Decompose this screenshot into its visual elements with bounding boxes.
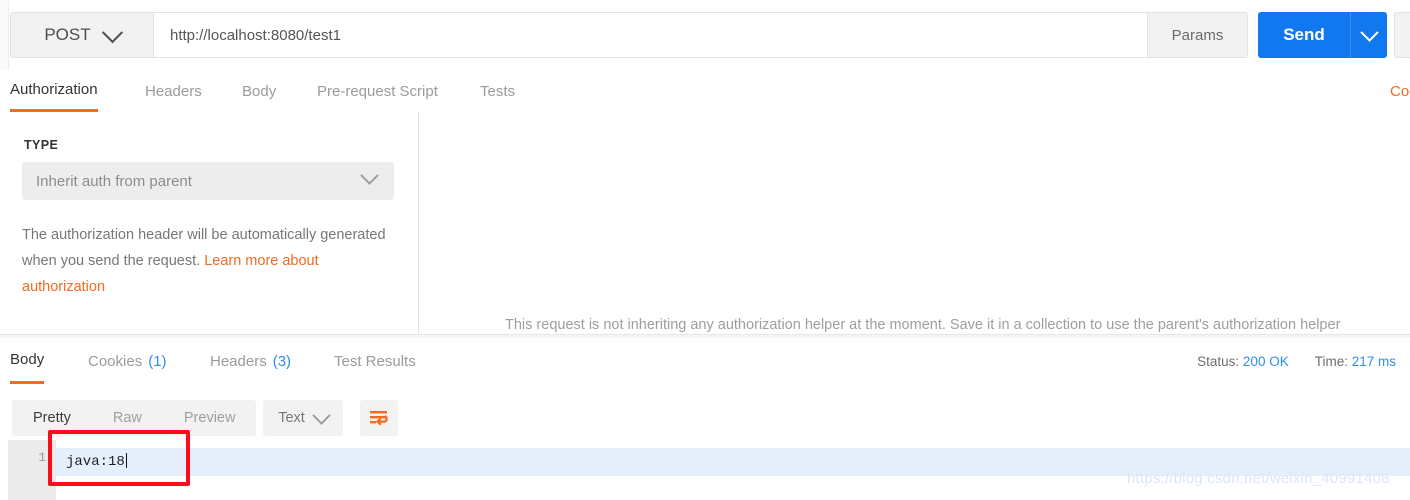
chevron-down-icon — [360, 166, 394, 190]
response-tab-label: Test Results — [334, 352, 416, 370]
status-badge: Status: 200 OK — [1197, 354, 1289, 369]
response-tab-label: Body — [10, 351, 45, 368]
view-mode-pretty[interactable]: Pretty — [12, 400, 92, 436]
response-meta: Status: 200 OK Time: 217 ms — [1197, 338, 1396, 384]
url-group: POST Params — [10, 12, 1248, 58]
tab-label: Headers — [145, 82, 202, 100]
tab-label: Pre-request Script — [317, 82, 438, 100]
tab-body[interactable]: Body — [242, 70, 276, 112]
authorization-panel: TYPE Inherit auth from parent The author… — [0, 112, 1410, 446]
view-mode-label: Preview — [183, 410, 236, 426]
response-tab-cookies[interactable]: Cookies (1) — [88, 338, 167, 384]
auth-type-value: Inherit auth from parent — [36, 172, 192, 190]
http-method-label: POST — [44, 25, 91, 44]
response-tab-count: (3) — [272, 352, 292, 370]
auth-description: The authorization header will be automat… — [22, 222, 390, 300]
response-view-toolbar: Pretty Raw Preview Text — [0, 384, 1410, 440]
tab-authorization[interactable]: Authorization — [10, 70, 98, 112]
chevron-down-icon — [1359, 22, 1379, 42]
response-tab-label: Cookies — [88, 352, 143, 370]
response-tab-test-results[interactable]: Test Results — [334, 338, 416, 384]
word-wrap-button[interactable] — [360, 400, 398, 436]
status-value: 200 OK — [1242, 353, 1289, 369]
watermark: https://blog.csdn.net/weixin_40991408 — [1127, 470, 1390, 487]
params-label: Params — [1171, 26, 1224, 44]
response-format-value: Text — [278, 410, 305, 426]
auth-config-column: TYPE Inherit auth from parent The author… — [0, 112, 419, 334]
tab-label: Body — [242, 82, 277, 100]
tab-label: Tests — [480, 82, 516, 100]
line-number-gutter: 1 — [8, 440, 56, 500]
text-cursor-icon — [125, 453, 128, 468]
view-mode-raw[interactable]: Raw — [92, 400, 163, 436]
chevron-down-icon — [312, 405, 331, 425]
response-tab-headers[interactable]: Headers (3) — [210, 338, 291, 384]
tab-headers[interactable]: Headers — [145, 70, 202, 112]
view-mode-label: Pretty — [33, 410, 71, 426]
status-label: Status: — [1197, 353, 1240, 369]
send-group: Send — [1258, 12, 1387, 58]
code-link[interactable]: Code — [1390, 70, 1410, 112]
time-label: Time: — [1314, 353, 1348, 369]
tab-pre-request-script[interactable]: Pre-request Script — [317, 70, 438, 112]
auth-type-select[interactable]: Inherit auth from parent — [22, 162, 394, 200]
auth-type-label: TYPE — [24, 138, 59, 152]
response-tab-count: (1) — [148, 352, 167, 370]
tab-tests[interactable]: Tests — [480, 70, 515, 112]
time-value: 217 ms — [1351, 353, 1396, 369]
view-mode-preview[interactable]: Preview — [163, 400, 257, 436]
send-label: Send — [1283, 25, 1325, 44]
http-method-select[interactable]: POST — [11, 13, 154, 57]
save-button[interactable] — [1394, 12, 1410, 58]
response-format-select[interactable]: Text — [263, 400, 343, 436]
send-button[interactable]: Send — [1258, 12, 1350, 58]
view-mode-label: Raw — [112, 410, 142, 426]
time-badge: Time: 217 ms — [1315, 354, 1396, 369]
left-edge-rail — [0, 0, 9, 70]
request-bar: POST Params Send — [0, 0, 1410, 71]
response-body-value: java:18 — [66, 454, 125, 470]
request-tabs: Authorization Headers Body Pre-request S… — [0, 70, 1410, 113]
response-body-text: java:18 — [66, 453, 128, 470]
chevron-down-icon — [101, 21, 123, 43]
response-tabs: Body Cookies (1) Headers (3) Test Result… — [0, 338, 1410, 385]
view-mode-group: Pretty Raw Preview — [12, 400, 257, 436]
send-options-button[interactable] — [1350, 12, 1387, 58]
tab-label: Authorization — [10, 81, 98, 98]
response-tab-body[interactable]: Body — [10, 338, 45, 384]
response-tab-label: Headers — [210, 352, 267, 370]
line-number: 1 — [38, 450, 46, 465]
url-input[interactable] — [154, 13, 1147, 57]
params-button[interactable]: Params — [1147, 13, 1247, 57]
code-link-label: Code — [1390, 82, 1410, 100]
word-wrap-icon — [370, 411, 388, 426]
auth-inherit-message: This request is not inheriting any autho… — [505, 317, 1341, 333]
